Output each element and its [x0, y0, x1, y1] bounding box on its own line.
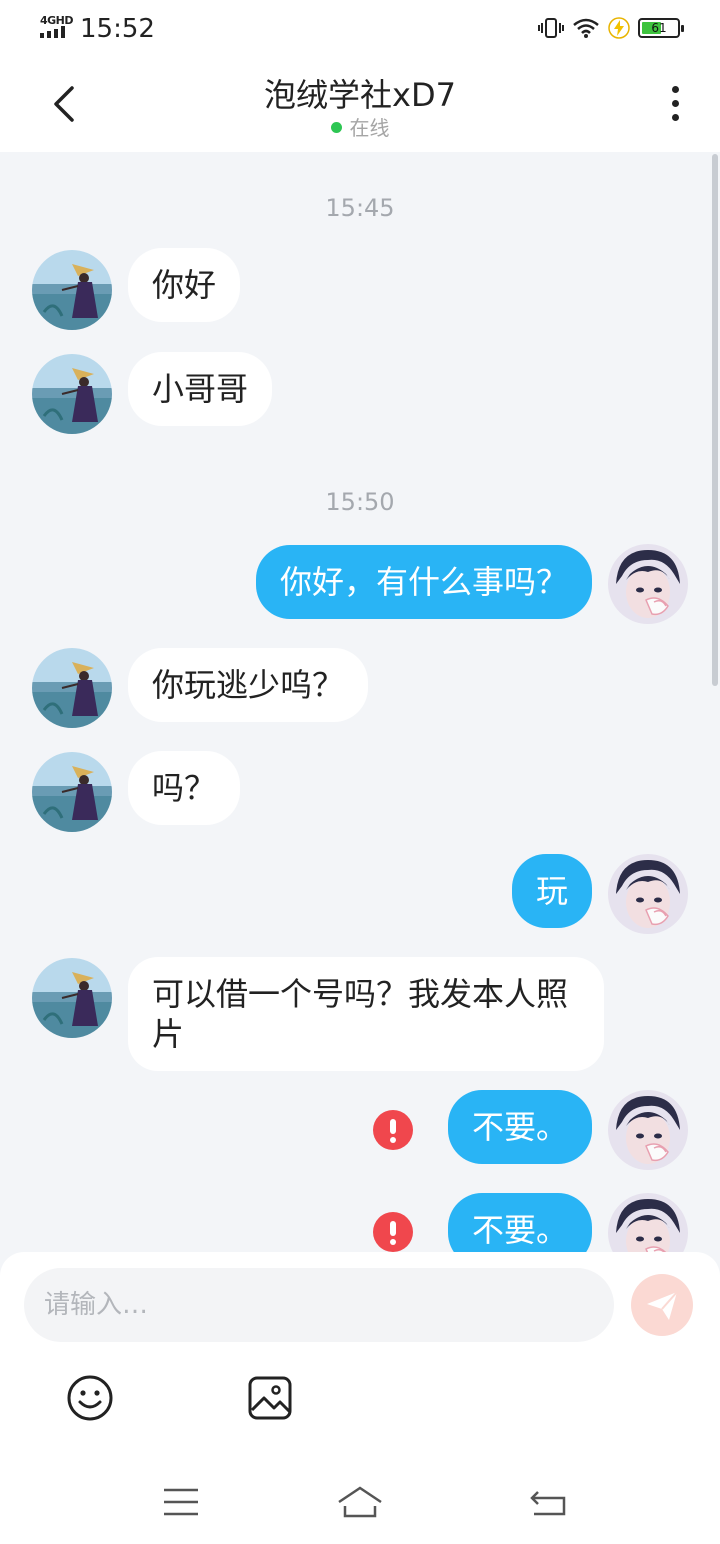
- my-avatar[interactable]: [608, 854, 688, 934]
- contact-avatar[interactable]: [32, 958, 112, 1038]
- contact-avatar[interactable]: [32, 648, 112, 728]
- outgoing-message[interactable]: 玩: [511, 854, 592, 928]
- online-dot-icon: [330, 122, 342, 133]
- return-icon: [530, 1491, 566, 1516]
- incoming-message[interactable]: 吗？: [128, 751, 241, 825]
- online-status-label: 在线: [349, 116, 390, 140]
- vibrate-icon: [538, 18, 564, 38]
- battery-level: 61: [651, 21, 667, 35]
- battery-icon: 61: [638, 18, 684, 38]
- timestamp: 15:50: [325, 488, 395, 516]
- home-nav-button[interactable]: [335, 1482, 385, 1522]
- incoming-message[interactable]: 小哥哥: [128, 352, 273, 426]
- outgoing-message-failed[interactable]: 不要。: [447, 1193, 592, 1252]
- my-avatar[interactable]: [608, 544, 688, 624]
- paper-plane-icon: [647, 1291, 678, 1320]
- contact-avatar[interactable]: [32, 752, 112, 832]
- my-avatar[interactable]: [608, 1193, 688, 1252]
- message-list[interactable]: 15:45 你好 小哥哥 15:50 你好，有什么事吗？ 你玩逃少呜？ 吗？ 玩…: [0, 152, 720, 1252]
- incoming-message[interactable]: 你好: [128, 248, 241, 322]
- message-input[interactable]: [24, 1268, 614, 1342]
- chat-header: 泡绒学社xD7 在线: [0, 58, 720, 152]
- menu-icon: [164, 1488, 198, 1516]
- home-icon: [338, 1486, 382, 1518]
- status-time: 15:52: [80, 14, 155, 44]
- my-avatar[interactable]: [608, 1090, 688, 1170]
- back-nav-button[interactable]: [524, 1482, 574, 1522]
- charging-icon: [608, 17, 630, 39]
- status-icons: 61: [538, 17, 684, 39]
- resend-error-icon[interactable]: [373, 1110, 413, 1150]
- status-bar: 4GHD 15:52 61: [0, 0, 720, 58]
- message-composer: [0, 1252, 720, 1460]
- signal-icon: [40, 26, 70, 38]
- outgoing-message-failed[interactable]: 不要。: [447, 1090, 592, 1164]
- send-button[interactable]: [631, 1274, 693, 1336]
- image-icon: [248, 1376, 292, 1420]
- timestamp: 15:45: [325, 194, 395, 222]
- online-status: 在线: [0, 112, 720, 141]
- contact-name: 泡绒学社xD7: [264, 76, 456, 114]
- wifi-icon: [573, 18, 599, 38]
- resend-error-icon[interactable]: [373, 1212, 413, 1252]
- contact-avatar[interactable]: [32, 354, 112, 434]
- contact-avatar[interactable]: [32, 250, 112, 330]
- incoming-message[interactable]: 可以借一个号吗？我发本人照片: [128, 957, 604, 1071]
- outgoing-message[interactable]: 你好，有什么事吗？: [255, 545, 592, 619]
- emoji-button[interactable]: [66, 1374, 114, 1422]
- image-button[interactable]: [246, 1374, 294, 1422]
- more-options-button[interactable]: [664, 84, 688, 124]
- smiley-icon: [67, 1375, 113, 1421]
- menu-nav-button[interactable]: [156, 1482, 206, 1522]
- more-vertical-icon: [672, 86, 679, 93]
- system-nav-bar: [0, 1460, 720, 1544]
- incoming-message[interactable]: 你玩逃少呜？: [128, 648, 369, 722]
- scrollbar[interactable]: [712, 154, 718, 686]
